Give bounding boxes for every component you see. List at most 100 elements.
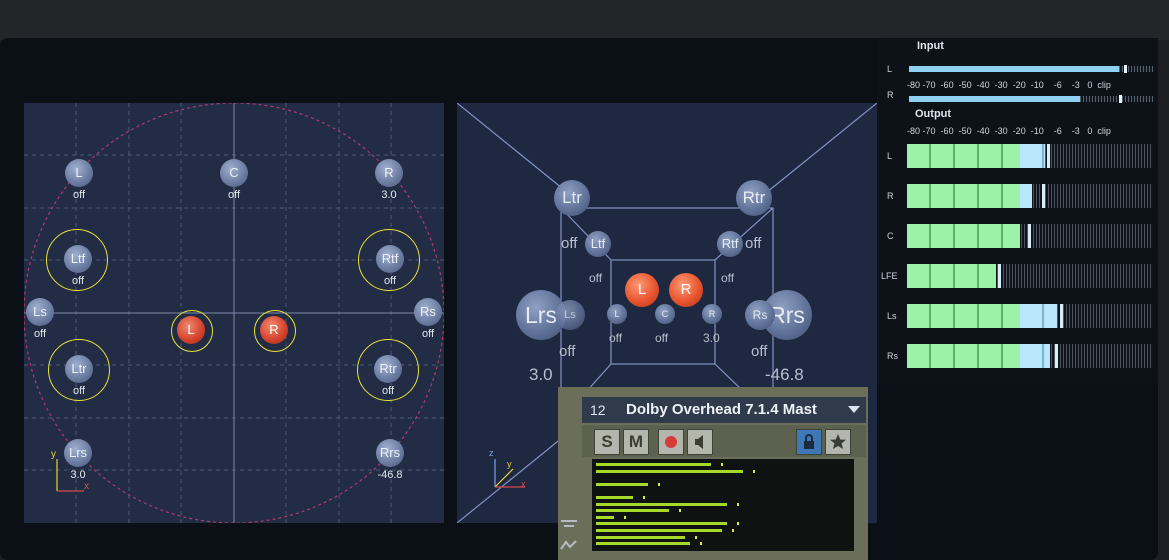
input-label-r: R (887, 90, 894, 100)
output-meter-rs (907, 344, 1153, 368)
input-meter-l (909, 65, 1153, 73)
speaker-rtf[interactable]: Rtf off (372, 245, 408, 287)
speaker-rrs-ball: Rrs (376, 439, 404, 467)
mini-meter-line (596, 522, 727, 526)
channel-mini-meter (592, 459, 854, 551)
lock-button[interactable] (796, 429, 822, 455)
eq-icon[interactable] (560, 514, 578, 527)
channel-title-bar[interactable]: 12 Dolby Overhead 7.1.4 Mast (582, 397, 866, 423)
room-speaker-ltr[interactable]: Ltr (554, 180, 590, 216)
room-speaker-ltf[interactable]: Ltf (585, 231, 611, 257)
record-icon (665, 436, 677, 448)
scale-tick: -80 (907, 80, 921, 90)
output-meter-fill-upper (1020, 344, 1050, 368)
scale-tick: -30 (994, 126, 1008, 136)
room-source-r[interactable]: R (669, 273, 703, 307)
speaker-rs[interactable]: Rs off (410, 298, 444, 340)
mini-meter-peak (737, 522, 739, 526)
speaker-r[interactable]: R 3.0 (371, 159, 407, 201)
mini-meter-peak (721, 463, 723, 466)
output-title: Output (915, 108, 952, 120)
speaker-ls[interactable]: Ls off (24, 298, 58, 340)
speaker-c-value: off (227, 189, 241, 201)
speaker-rs-ball: Rs (414, 298, 442, 326)
speaker-rrs[interactable]: Rrs -46.8 (369, 439, 411, 481)
output-meter-c (907, 224, 1153, 248)
room-speaker-r[interactable]: R (702, 304, 722, 324)
lock-icon (804, 434, 814, 449)
mini-meter-line (596, 502, 727, 506)
speaker-lrs-value: 3.0 (70, 469, 86, 481)
speaker-l[interactable]: Loff (61, 159, 97, 201)
output-meter-fill (907, 264, 996, 288)
scale-tick: clip (1097, 80, 1111, 90)
scale-tick: -20 (1012, 126, 1026, 136)
speaker-lrs-ball: Lrs (64, 439, 92, 467)
mini-meter-line (596, 529, 722, 532)
speaker-l-value: off (72, 189, 86, 201)
scale-tick: -40 (976, 80, 990, 90)
room-speaker-rs[interactable]: Rs (745, 300, 775, 330)
channel-button-bar: S M (582, 425, 866, 457)
monitor-button[interactable] (687, 429, 713, 455)
scale-tick: -6 (1053, 126, 1062, 136)
speaker-c[interactable]: Coff (216, 159, 252, 201)
output-label-rs: Rs (887, 351, 898, 361)
room-speaker-l[interactable]: L (607, 304, 627, 324)
ltr-off-label: off (561, 235, 578, 252)
room-speaker-ls[interactable]: Ls (555, 300, 585, 330)
room-source-l[interactable]: L (625, 273, 659, 307)
output-meter-l (907, 144, 1153, 168)
scale-tick: 0 (1087, 80, 1093, 90)
speaker-ls-value: off (33, 328, 47, 340)
output-meter-peak (1060, 304, 1063, 328)
speaker-rtr[interactable]: Rtr off (370, 355, 406, 397)
scale-tick: -40 (976, 126, 990, 136)
scale-tick: -70 (922, 80, 936, 90)
output-label-ls: Ls (887, 311, 897, 321)
y-axis-label-3d: y (507, 459, 512, 469)
panner-2d-view[interactable]: y x Loff Coff R 3.0 Ltf off Rtf off Ls off R… (24, 103, 444, 523)
speaker-r-ball: R (375, 159, 403, 187)
chevron-down-icon[interactable] (848, 406, 860, 413)
speaker-rtr-value: off (381, 385, 395, 397)
solo-button[interactable]: S (594, 429, 620, 455)
scale-tick: clip (1097, 126, 1111, 136)
output-meter-fill (907, 144, 1020, 168)
output-meter-fill (907, 304, 1020, 328)
room-speaker-rtr[interactable]: Rtr (736, 180, 772, 216)
speaker-rtf-ball: Rtf (376, 245, 404, 273)
mute-button[interactable]: M (623, 429, 649, 455)
rtf-top-off-label: off (745, 235, 762, 252)
mini-meter-line (596, 542, 690, 546)
source-r-handle[interactable]: R (260, 316, 288, 344)
speaker-ltf-value: off (71, 275, 85, 287)
room-speaker-rtf[interactable]: Rtf (717, 231, 743, 257)
mini-meter-peak (658, 482, 660, 486)
output-meter-r (907, 184, 1153, 208)
mini-meter-peak (732, 529, 734, 532)
speaker-ltf[interactable]: Ltf off (60, 245, 96, 287)
mini-meter-peak (643, 496, 645, 499)
record-button[interactable] (658, 429, 684, 455)
source-l-handle[interactable]: L (177, 316, 205, 344)
output-scale: -80 -70 -60 -50 -40 -30 -20 -10 -6 -3 0 … (907, 126, 1111, 136)
speaker-ltr[interactable]: Ltr off (61, 355, 97, 397)
output-meter-peak (1047, 144, 1050, 168)
output-meter-fill (907, 184, 1020, 208)
room-speaker-c[interactable]: C (655, 304, 675, 324)
level-meters-panel: Input L -80 -70 -60 -50 -40 -30 -20 -10 … (877, 38, 1158, 384)
automation-icon[interactable] (560, 536, 578, 550)
scale-tick: -70 (922, 126, 936, 136)
lrs-value-label: 3.0 (529, 365, 553, 384)
output-label-r: R (887, 191, 894, 201)
x-axis-label: x (84, 481, 89, 492)
scale-tick: -10 (1030, 80, 1044, 90)
output-label-lfe: LFE (881, 271, 898, 281)
speaker-lrs[interactable]: Lrs 3.0 (60, 439, 96, 481)
input-label-l: L (887, 64, 893, 74)
mini-meter-peak (700, 542, 702, 546)
favorite-button[interactable] (825, 429, 851, 455)
c-off-label: off (655, 331, 669, 345)
speaker-l-ball: L (65, 159, 93, 187)
